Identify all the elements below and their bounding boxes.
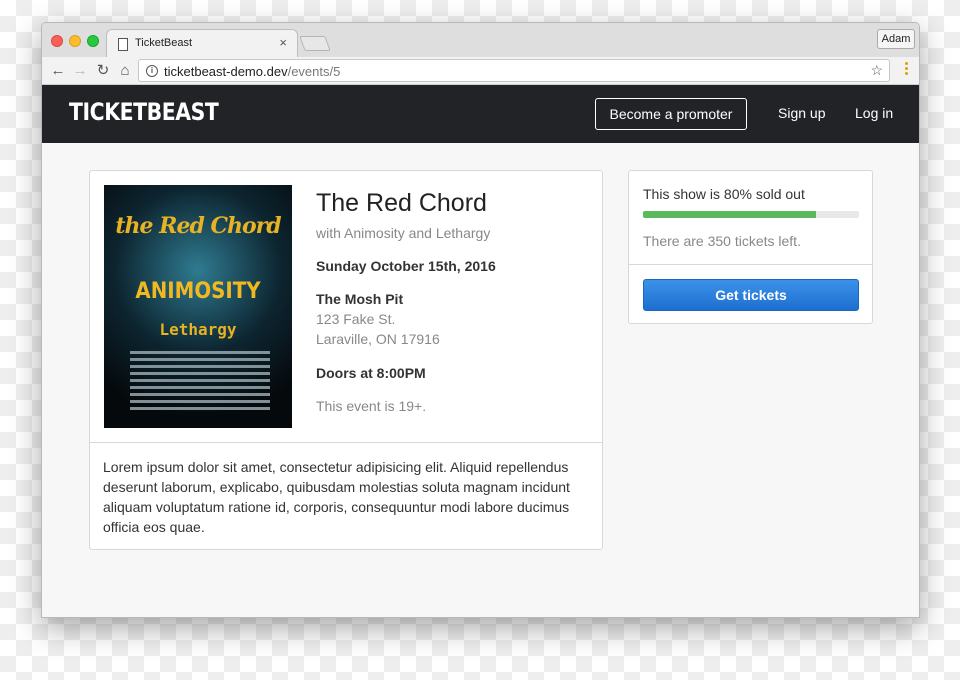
event-card: the Red Chord ANIMOSITY Lethargy The Red… — [89, 170, 603, 550]
event-venue: The Mosh Pit — [316, 291, 404, 307]
sold-out-status: This show is 80% sold out — [643, 186, 805, 202]
new-tab-button[interactable] — [299, 36, 331, 51]
address-bar[interactable]: i ticketbeast-demo.dev/events/5 ☆ — [138, 59, 890, 82]
info-icon[interactable]: i — [146, 65, 158, 77]
get-tickets-button[interactable]: Get tickets — [643, 279, 859, 311]
tab-close-icon[interactable]: × — [279, 35, 287, 50]
home-icon[interactable]: ⌂ — [115, 61, 135, 81]
tab-title: TicketBeast — [135, 37, 193, 49]
poster-support-1: ANIMOSITY — [135, 279, 261, 304]
sold-progress-fill — [643, 211, 816, 218]
brand-logo[interactable]: TICKETBEAST — [69, 98, 219, 126]
forward-arrow-icon[interactable]: → — [70, 61, 90, 81]
event-title: The Red Chord — [316, 189, 487, 217]
login-link[interactable]: Log in — [855, 105, 893, 121]
back-arrow-icon[interactable]: ← — [48, 61, 68, 81]
browser-toolbar: ← → ↻ ⌂ i ticketbeast-demo.dev/events/5 … — [42, 57, 919, 85]
browser-tab[interactable]: TicketBeast × — [106, 29, 298, 58]
ticket-card: This show is 80% sold out There are 350 … — [628, 170, 873, 324]
signup-link[interactable]: Sign up — [778, 105, 825, 121]
kebab-menu-icon[interactable] — [905, 62, 909, 77]
maximize-window-button[interactable] — [87, 35, 99, 47]
url-host: ticketbeast-demo.dev — [164, 64, 288, 79]
close-window-button[interactable] — [51, 35, 63, 47]
event-doors: Doors at 8:00PM — [316, 365, 426, 381]
tab-bar: TicketBeast × Adam — [42, 23, 919, 58]
event-street: 123 Fake St. — [316, 311, 396, 327]
card-divider — [90, 442, 602, 443]
event-city: Laraville, ON 17916 — [316, 331, 440, 347]
event-subtitle: with Animosity and Lethargy — [316, 225, 491, 241]
minimize-window-button[interactable] — [69, 35, 81, 47]
site-navbar: TICKETBEAST Become a promoter Sign up Lo… — [42, 85, 919, 143]
tickets-remaining: There are 350 tickets left. — [643, 233, 801, 249]
profile-button[interactable]: Adam — [877, 29, 915, 49]
page-content: TICKETBEAST Become a promoter Sign up Lo… — [42, 85, 919, 617]
ticket-card-divider — [629, 264, 872, 265]
poster-tour-dates — [130, 351, 270, 414]
event-poster: the Red Chord ANIMOSITY Lethargy — [104, 185, 292, 428]
event-date: Sunday October 15th, 2016 — [316, 258, 496, 274]
reload-icon[interactable]: ↻ — [93, 61, 113, 81]
poster-headliner: the Red Chord — [115, 213, 281, 239]
document-icon — [118, 38, 128, 51]
sold-progress-bar — [643, 211, 859, 218]
browser-window: TicketBeast × Adam ← → ↻ ⌂ i ticketbeast… — [41, 22, 920, 618]
url-text[interactable]: ticketbeast-demo.dev/events/5 — [164, 64, 340, 79]
poster-support-2: Lethargy — [159, 320, 237, 339]
become-promoter-button[interactable]: Become a promoter — [595, 98, 747, 130]
event-age-restriction: This event is 19+. — [316, 398, 427, 414]
url-path: /events/5 — [287, 64, 341, 79]
star-icon[interactable]: ☆ — [870, 62, 883, 79]
event-description: Lorem ipsum dolor sit amet, consectetur … — [103, 459, 570, 535]
